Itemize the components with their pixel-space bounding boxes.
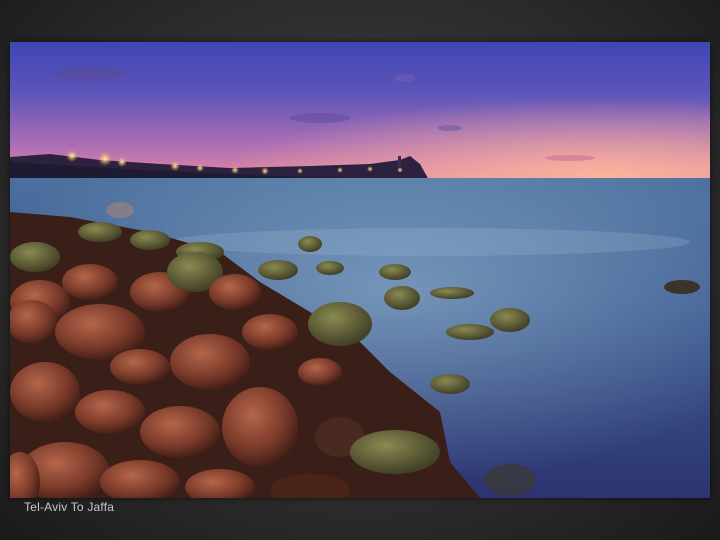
coastline-at-dusk-photo [10,42,710,498]
slide-photo [10,42,710,498]
slide-caption: Tel-Aviv To Jaffa [24,500,115,514]
